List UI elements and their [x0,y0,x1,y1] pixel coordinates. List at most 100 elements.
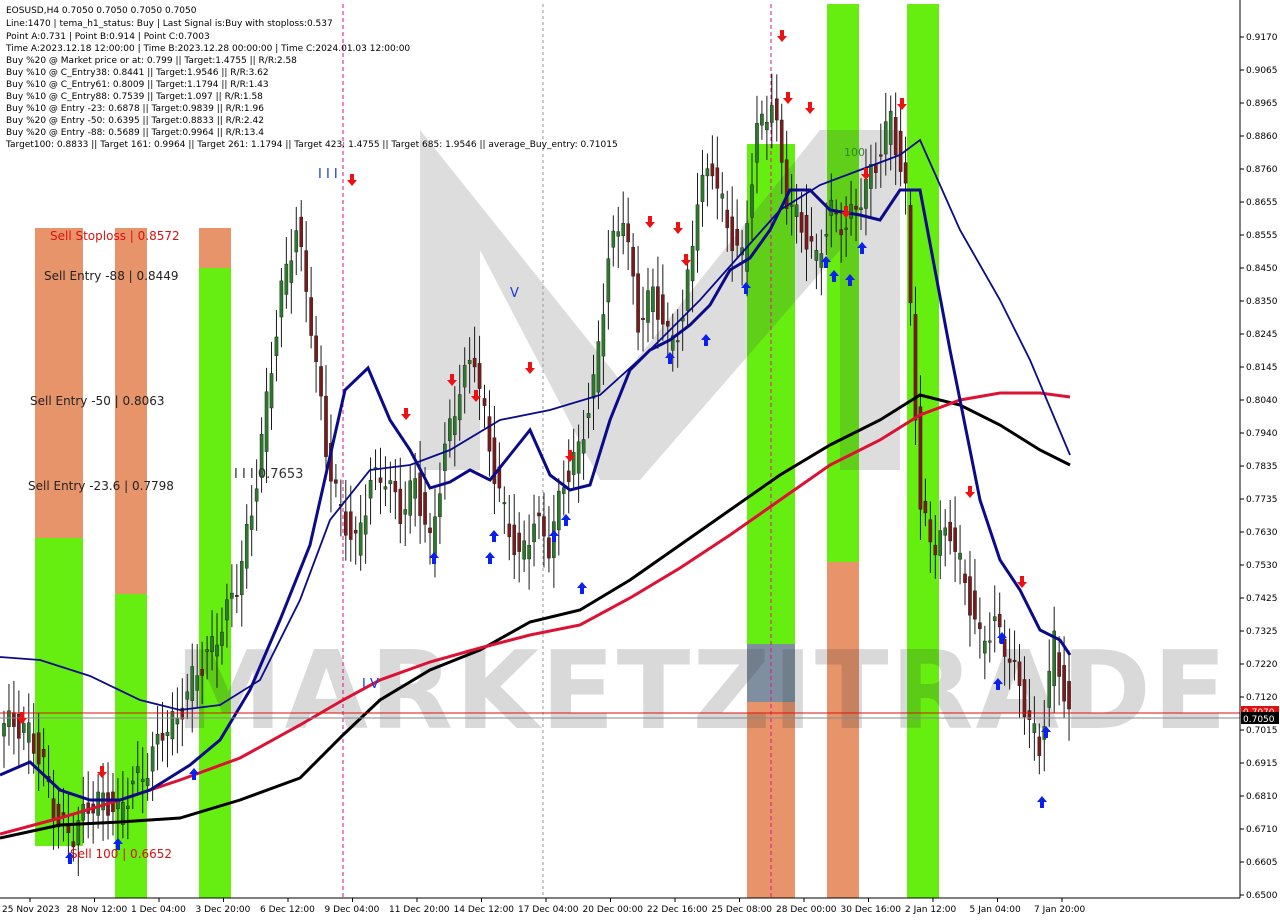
candle-body [1037,736,1042,756]
candle-body [378,477,383,483]
candle-body [2,723,6,737]
label-sell-100: Sell 100 | 0.6652 [70,847,172,861]
candle-body [656,286,660,320]
candle-body [898,130,903,172]
sell-zone-3 [199,228,231,268]
candle-body [1012,659,1017,662]
time-tick-label: 25 Dec 08:00 [712,905,773,915]
candle-body [443,443,447,471]
candle-body [566,470,571,483]
time-tick-label: 5 Jan 04:00 [970,905,1022,915]
candle-body [36,732,41,765]
candle-body [477,363,482,389]
candle-body [457,394,462,421]
candle-body [879,154,883,157]
time-tick-label: 28 Dec 00:00 [776,905,837,915]
price-tick-label: 0.9170 [1246,33,1278,43]
time-tick-label: 17 Dec 04:00 [518,905,579,915]
time-tick-label: 20 Dec 00:00 [583,905,644,915]
candle-body [685,269,690,311]
candle-body [591,374,596,399]
price-tick-label: 0.7835 [1246,462,1278,472]
label-sell-stoploss: Sell Stoploss | 0.8572 [50,229,180,243]
info-line-2: Time A:2023.12.18 12:00:00 | Time B:2023… [5,44,410,54]
candle-body [908,205,913,304]
candle-body [269,373,274,409]
label-sell-entry-50: Sell Entry -50 | 0.8063 [30,394,164,408]
candle-body [561,487,566,494]
candle-body [1047,670,1052,708]
candle-body [150,746,155,772]
info-line-6: Buy %10 @ C_Entry88: 0.7539 || Target:1.… [6,92,263,102]
candle-body [235,594,239,597]
candle-body [195,675,199,691]
candle-body [467,359,472,364]
candle-body [140,778,145,783]
candle-body [160,732,165,741]
candle-body [309,297,313,336]
candle-body [1067,681,1071,710]
candle-body [611,230,616,248]
chart-window[interactable]: MARKETZITRADE EOSUSD,H4 0.7050 0.7050 0.… [0,0,1280,920]
price-tick-label: 0.7630 [1246,528,1278,538]
candle-body [710,163,715,177]
time-tick-label: 11 Dec 20:00 [389,905,450,915]
candle-body [928,519,933,543]
candle-body [383,486,388,490]
info-line-10: Target100: 0.8833 || Target 161: 0.9964 … [5,140,618,150]
candle-body [824,234,829,237]
price-tick-label: 0.7325 [1246,627,1278,637]
label-sell-entry-23: Sell Entry -23.6 | 0.7798 [28,479,174,493]
candle-body [353,530,358,534]
candle-body [641,318,645,320]
wave-label-100: 100 [844,146,865,159]
candle-body [809,236,814,242]
candle-body [690,246,695,282]
candle-body [512,524,517,556]
candle-body [314,335,318,362]
time-tick-label: 14 Dec 12:00 [454,905,515,915]
price-tick-label: 0.7530 [1246,561,1278,571]
candle-body [844,227,848,230]
candle-body [913,314,918,421]
candle-body [22,723,26,733]
info-line-7: Buy %10 @ Entry -23: 0.6878 || Target:0.… [6,104,264,114]
candle-body [482,398,487,406]
candle-body [720,193,725,199]
price-chart[interactable]: MARKETZITRADE EOSUSD,H4 0.7050 0.7050 0.… [0,0,1280,920]
candle-body [428,527,432,534]
candle-body [423,492,427,525]
candle-body [517,532,521,552]
candle-body [398,488,403,524]
candle-body [294,230,299,253]
candle-body [770,105,774,123]
candle-body [239,561,244,596]
candle-body [933,544,938,556]
candle-body [661,294,665,325]
candle-body [363,515,368,535]
candle-body [893,117,898,156]
time-tick-label: 3 Dec 20:00 [196,905,251,915]
candle-body [779,119,784,163]
candle-body [636,273,640,333]
info-line-0: Line:1470 | tema_h1_status: Buy | Last S… [6,19,333,29]
time-tick-label: 7 Jan 20:00 [1034,905,1086,915]
candle-body [487,416,492,452]
price-tick-label: 0.8760 [1246,165,1278,175]
time-tick-label: 2 Jan 12:00 [905,905,957,915]
candle-body [953,527,957,552]
price-tick-label: 0.8555 [1246,231,1278,241]
candle-body [175,717,180,725]
candle-body [289,260,294,283]
candle-body [730,216,734,252]
candle-body [542,516,546,537]
candle-body [596,341,601,393]
buy-zone-1 [35,538,83,846]
candle-body [31,733,36,754]
candle-body [859,207,863,211]
candle-body [304,250,308,292]
candle-body [760,113,764,126]
candle-body [220,631,224,646]
candle-body [462,364,467,388]
candle-body [190,666,195,701]
